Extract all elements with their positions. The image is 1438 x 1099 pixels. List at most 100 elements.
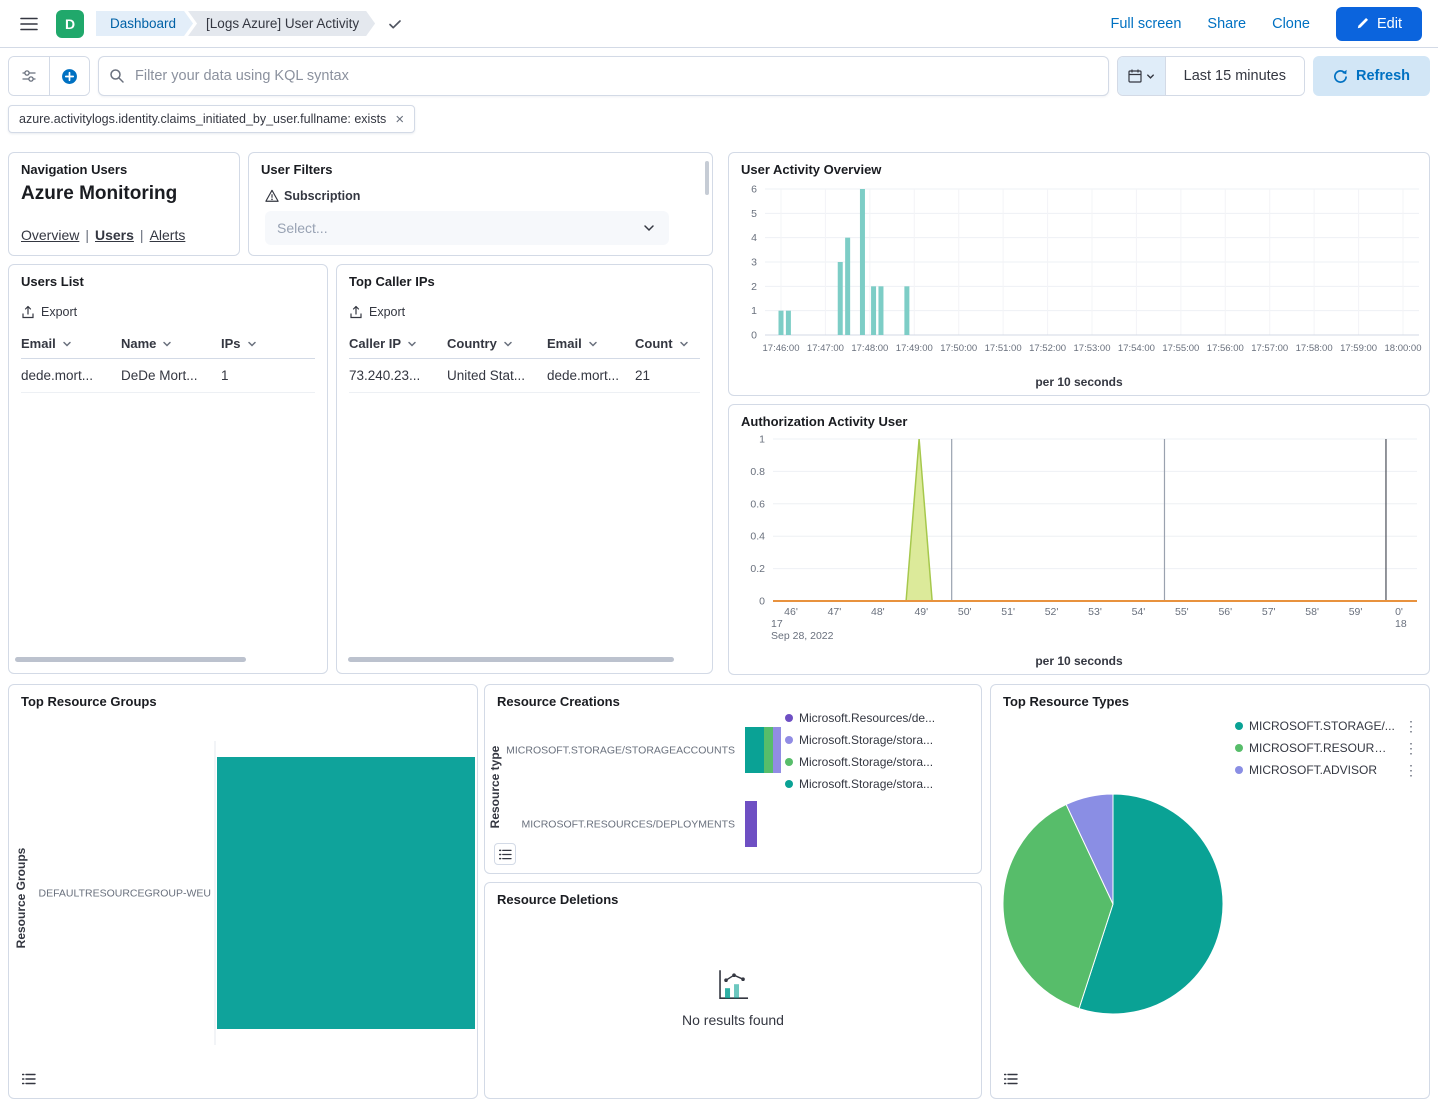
panel-title: User Filters xyxy=(261,162,333,177)
legend-item[interactable]: MICROSOFT.STORAGE/...⋮ xyxy=(1235,715,1421,737)
resource-deletions-panel: Resource Deletions No results found xyxy=(484,882,982,1099)
svg-text:47': 47' xyxy=(828,606,842,618)
svg-text:51': 51' xyxy=(1001,606,1015,618)
remove-filter-icon[interactable]: × xyxy=(395,112,404,127)
export-icon xyxy=(349,305,363,319)
user-activity-bar-chart[interactable]: 012345617:46:0017:47:0017:48:0017:49:001… xyxy=(729,179,1429,371)
share-link[interactable]: Share xyxy=(1207,16,1246,32)
legend-item[interactable]: Microsoft.Storage/stora... xyxy=(785,773,975,795)
column-header-name[interactable]: Name xyxy=(121,336,221,351)
cell-name: DeDe Mort... xyxy=(121,368,221,383)
legend-label: MICROSOFT.RESOURCE... xyxy=(1249,741,1395,755)
add-control-button[interactable] xyxy=(49,57,89,95)
column-header-email[interactable]: Email xyxy=(547,336,635,351)
edit-button[interactable]: Edit xyxy=(1336,7,1422,41)
svg-text:Resource type: Resource type xyxy=(488,745,502,828)
legend-label: Microsoft.Storage/stora... xyxy=(799,733,933,747)
subscription-select[interactable]: Select... xyxy=(265,211,669,245)
legend-toggle-button[interactable] xyxy=(18,1068,40,1090)
date-picker-button[interactable] xyxy=(1118,57,1165,95)
panel-title: Resource Deletions xyxy=(497,892,618,907)
svg-text:58': 58' xyxy=(1305,606,1319,618)
svg-text:54': 54' xyxy=(1132,606,1146,618)
svg-text:50': 50' xyxy=(958,606,972,618)
markdown-heading: Azure Monitoring xyxy=(21,183,177,205)
panel-title: Resource Creations xyxy=(497,694,620,709)
legend-label: Microsoft.Storage/stora... xyxy=(799,755,933,769)
filter-pill[interactable]: azure.activitylogs.identity.claims_initi… xyxy=(8,105,415,133)
refresh-button[interactable]: Refresh xyxy=(1313,56,1430,96)
svg-text:17: 17 xyxy=(771,618,783,630)
svg-text:1: 1 xyxy=(759,434,765,446)
legend-toggle-button[interactable] xyxy=(1000,1068,1022,1090)
filter-controls-button[interactable] xyxy=(9,57,49,95)
column-header-country[interactable]: Country xyxy=(447,336,547,351)
navigation-users-panel: Navigation Users Azure Monitoring Overvi… xyxy=(8,152,240,256)
legend-swatch-icon xyxy=(1235,766,1243,774)
legend-options-icon[interactable]: ⋮ xyxy=(1401,762,1421,779)
svg-text:57': 57' xyxy=(1262,606,1276,618)
nav-link-alerts[interactable]: Alerts xyxy=(150,227,186,243)
nav-link-overview[interactable]: Overview xyxy=(21,227,79,243)
legend-toggle-button[interactable] xyxy=(494,843,516,865)
horizontal-scrollbar[interactable] xyxy=(15,657,246,662)
svg-text:0: 0 xyxy=(751,330,757,342)
nav-link-users[interactable]: Users xyxy=(95,227,134,243)
column-header-count[interactable]: Count xyxy=(635,336,695,351)
cell-country: United Stat... xyxy=(447,368,547,383)
list-icon xyxy=(22,1073,36,1085)
calendar-icon xyxy=(1127,68,1143,84)
legend-item[interactable]: Microsoft.Resources/de... xyxy=(785,707,975,729)
chevron-down-icon xyxy=(1145,71,1156,82)
authorization-area-chart[interactable]: 00.20.40.60.8146'47'48'49'50'51'52'53'54… xyxy=(729,431,1429,645)
svg-text:Resource Groups: Resource Groups xyxy=(14,847,28,948)
panel-title: Authorization Activity User xyxy=(741,414,907,429)
table-row[interactable]: dede.mort... DeDe Mort... 1 xyxy=(21,359,315,393)
column-header-email[interactable]: Email xyxy=(21,336,121,351)
full-screen-link[interactable]: Full screen xyxy=(1110,16,1181,32)
export-button-label: Export xyxy=(41,305,77,319)
legend-options-icon[interactable]: ⋮ xyxy=(1401,740,1421,757)
query-bar: Last 15 minutes Refresh xyxy=(8,56,1430,96)
cell-count: 21 xyxy=(635,368,695,383)
list-icon xyxy=(1004,1073,1018,1085)
svg-text:MICROSOFT.STORAGE/STORAGEACCOU: MICROSOFT.STORAGE/STORAGEACCOUNTS xyxy=(506,745,735,757)
empty-state: No results found xyxy=(682,968,784,1028)
breadcrumb-current-dashboard[interactable]: [Logs Azure] User Activity xyxy=(188,11,375,36)
clone-link[interactable]: Clone xyxy=(1272,16,1310,32)
chart-legend: Microsoft.Resources/de... Microsoft.Stora… xyxy=(785,707,975,795)
horizontal-scrollbar[interactable] xyxy=(348,657,674,662)
kql-search-input[interactable] xyxy=(98,56,1109,96)
chevron-down-icon xyxy=(406,338,418,350)
legend-swatch-icon xyxy=(785,736,793,744)
space-avatar[interactable]: D xyxy=(56,10,84,38)
legend-options-icon[interactable]: ⋮ xyxy=(1401,718,1421,735)
legend-item[interactable]: Microsoft.Storage/stora... xyxy=(785,729,975,751)
column-header-ips[interactable]: IPs xyxy=(221,336,309,351)
select-placeholder: Select... xyxy=(277,220,328,236)
legend-item[interactable]: MICROSOFT.ADVISOR⋮ xyxy=(1235,759,1421,781)
export-button[interactable]: Export xyxy=(21,305,77,319)
export-button[interactable]: Export xyxy=(349,305,405,319)
column-header-caller-ip[interactable]: Caller IP xyxy=(349,336,447,351)
svg-text:17:53:00: 17:53:00 xyxy=(1074,343,1111,354)
user-activity-overview-panel: User Activity Overview 012345617:46:0017… xyxy=(728,152,1430,396)
svg-text:17:54:00: 17:54:00 xyxy=(1118,343,1155,354)
svg-text:46': 46' xyxy=(784,606,798,618)
empty-state-message: No results found xyxy=(682,1012,784,1028)
legend-item[interactable]: MICROSOFT.RESOURCE... ⋮ xyxy=(1235,737,1421,759)
top-caller-ips-panel: Top Caller IPs Export Caller IP Country … xyxy=(336,264,713,674)
chevron-down-icon xyxy=(161,338,173,350)
time-range-button[interactable]: Last 15 minutes xyxy=(1165,57,1304,95)
resource-groups-bar-chart[interactable]: Resource GroupsDEFAULTRESOURCEGROUP-WEU xyxy=(9,711,477,1091)
svg-text:56': 56' xyxy=(1218,606,1232,618)
svg-text:17:47:00: 17:47:00 xyxy=(807,343,844,354)
svg-text:49': 49' xyxy=(914,606,928,618)
vertical-scrollbar[interactable] xyxy=(705,161,709,195)
legend-item[interactable]: Microsoft.Storage/stora... xyxy=(785,751,975,773)
user-filters-panel: User Filters Subscription Select... xyxy=(248,152,713,256)
table-row[interactable]: 73.240.23... United Stat... dede.mort...… xyxy=(349,359,700,393)
menu-button[interactable] xyxy=(16,13,42,35)
svg-text:17:58:00: 17:58:00 xyxy=(1296,343,1333,354)
breadcrumb-dashboard[interactable]: Dashboard xyxy=(96,11,193,36)
